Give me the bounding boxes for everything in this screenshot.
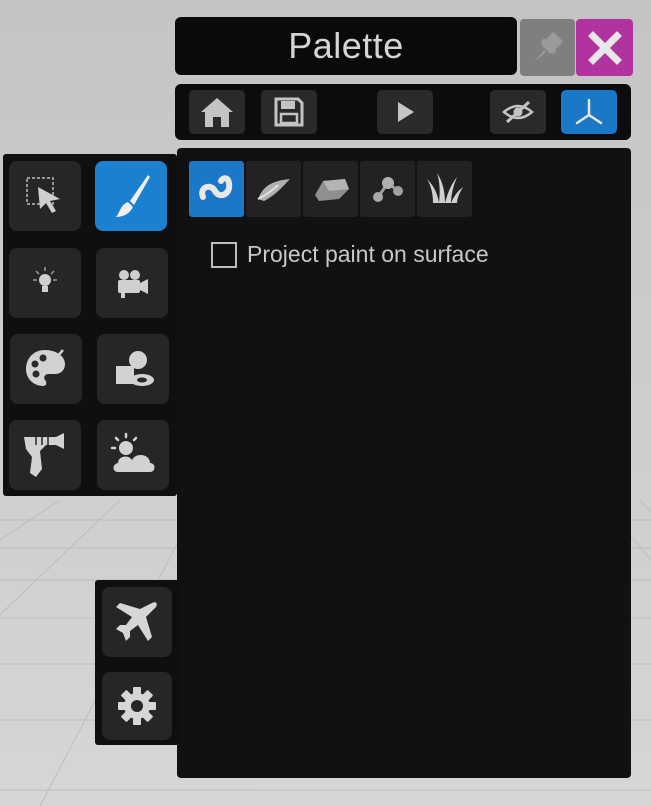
grass-stroke-icon: [426, 173, 463, 203]
save-icon: [274, 97, 304, 127]
brush-type-tabs: [189, 161, 472, 217]
nodes-stroke-icon: [372, 177, 403, 202]
play-button[interactable]: [377, 90, 433, 134]
close-button[interactable]: [576, 19, 633, 76]
weather-tool-button[interactable]: [97, 420, 169, 490]
light-icon: [33, 267, 57, 292]
tab-tube-stroke[interactable]: [189, 161, 244, 217]
paint-brush-tool-button[interactable]: [95, 161, 167, 231]
primitives-icon: [116, 351, 154, 386]
hide-button[interactable]: [490, 90, 546, 134]
home-icon: [201, 98, 233, 127]
main-toolbar: [175, 84, 631, 140]
project-on-surface-label: Project paint on surface: [247, 241, 489, 267]
camera-tool-button[interactable]: [96, 248, 168, 318]
tab-grass-stroke[interactable]: [417, 161, 472, 217]
ribbon-stroke-icon: [257, 179, 290, 201]
ray-gun-tool-button[interactable]: [9, 420, 81, 490]
primitives-tool-button[interactable]: [97, 334, 169, 404]
axis-button[interactable]: [561, 90, 617, 134]
selection-tool-button[interactable]: [9, 161, 81, 231]
hide-icon: [502, 100, 534, 124]
project-on-surface-checkbox[interactable]: [211, 241, 237, 268]
palette-tool-button[interactable]: [10, 334, 82, 404]
fly-mode-button[interactable]: [102, 587, 172, 657]
paint-options-panel: Project paint on surface: [177, 148, 631, 778]
mode-selector-panel: [95, 580, 180, 745]
pin-button[interactable]: [520, 19, 575, 76]
selection-icon: [26, 177, 60, 213]
settings-gear-icon: [118, 687, 156, 725]
camera-icon: [118, 270, 148, 298]
save-button[interactable]: [261, 90, 317, 134]
pin-icon: [533, 32, 562, 62]
settings-button[interactable]: [102, 672, 172, 740]
ray-gun-icon: [24, 433, 64, 477]
airplane-icon: [116, 602, 157, 641]
home-button[interactable]: [189, 90, 245, 134]
tab-volume-stroke[interactable]: [303, 161, 358, 217]
paint-brush-icon: [116, 175, 150, 217]
light-tool-button[interactable]: [9, 248, 81, 318]
tab-nodes-stroke[interactable]: [360, 161, 415, 217]
tab-ribbon-stroke[interactable]: [246, 161, 301, 217]
project-on-surface-option[interactable]: Project paint on surface: [211, 241, 489, 268]
close-icon: [587, 30, 622, 65]
palette-title-bar[interactable]: Palette: [175, 17, 517, 75]
play-icon: [398, 102, 414, 122]
window-title: Palette: [288, 25, 404, 66]
weather-icon: [110, 432, 155, 472]
axis-icon: [575, 98, 603, 125]
palette-icon: [26, 349, 65, 386]
tube-stroke-icon: [198, 175, 232, 200]
volume-stroke-icon: [314, 179, 349, 201]
tool-selector-panel: [3, 154, 177, 496]
